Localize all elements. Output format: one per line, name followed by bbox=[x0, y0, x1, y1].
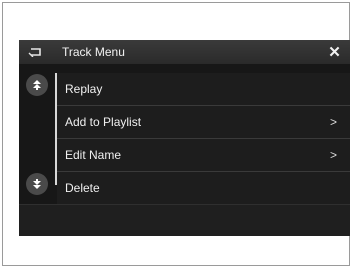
chevron-right-icon: > bbox=[329, 115, 337, 129]
scroll-down-button[interactable] bbox=[26, 173, 48, 195]
close-icon: ✕ bbox=[328, 44, 341, 61]
chevron-right-icon: > bbox=[329, 148, 337, 162]
scroll-column bbox=[19, 64, 55, 204]
menu-item-label: Delete bbox=[65, 181, 100, 195]
menu-item-edit-name[interactable]: Edit Name > bbox=[57, 139, 350, 172]
page-title: Track Menu bbox=[62, 45, 125, 59]
menu-item-label: Edit Name bbox=[65, 148, 122, 162]
track-menu-screen: Track Menu ✕ Replay Add to Playlist > Ed… bbox=[19, 40, 350, 236]
menu-item-label: Replay bbox=[65, 82, 103, 96]
menu-item-label: Add to Playlist bbox=[65, 115, 142, 129]
track-menu-list: Replay Add to Playlist > Edit Name > Del… bbox=[57, 73, 350, 204]
close-button[interactable]: ✕ bbox=[319, 40, 350, 64]
scroll-up-button[interactable] bbox=[26, 74, 48, 96]
scroll-up-icon bbox=[32, 79, 42, 91]
back-button[interactable] bbox=[19, 40, 51, 64]
scroll-down-icon bbox=[32, 178, 42, 190]
figure-frame: Track Menu ✕ Replay Add to Playlist > Ed… bbox=[2, 2, 350, 266]
menu-item-add-to-playlist[interactable]: Add to Playlist > bbox=[57, 106, 350, 139]
title-bar: Track Menu ✕ bbox=[19, 40, 350, 64]
menu-item-replay[interactable]: Replay bbox=[57, 73, 350, 106]
back-arrow-icon bbox=[28, 47, 42, 57]
menu-item-delete[interactable]: Delete bbox=[57, 172, 350, 204]
bottom-bar bbox=[19, 204, 350, 236]
